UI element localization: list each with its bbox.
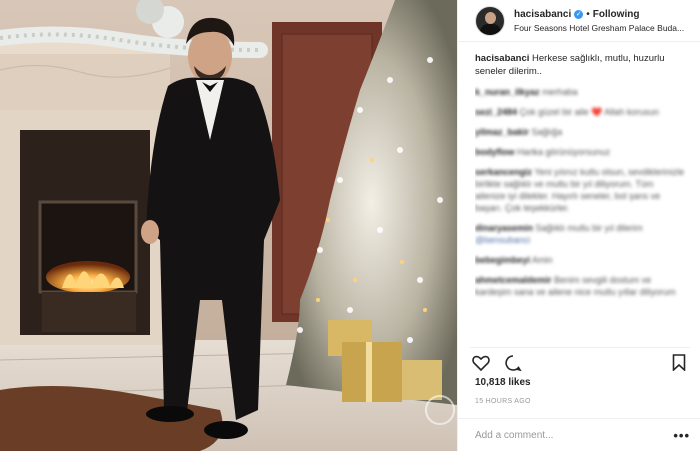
comment-username[interactable]: serkancengiz <box>475 167 532 177</box>
comment-row: sezi_2484 Çok güzel bir aile ❤️ Allah ko… <box>475 106 686 118</box>
add-comment-bar: Add a comment... ••• <box>458 418 700 451</box>
likes-count[interactable]: 10,818 likes <box>475 377 531 388</box>
location-link[interactable]: Four Seasons Hotel Gresham Palace Buda..… <box>514 23 690 33</box>
comment-username[interactable]: dinaryasemin <box>475 223 533 233</box>
verified-badge-icon: ✓ <box>574 9 584 19</box>
following-button[interactable]: Following <box>593 9 640 20</box>
comment-bubble-icon[interactable] <box>502 352 524 374</box>
avatar[interactable] <box>475 5 505 36</box>
comment-username[interactable]: yilmaz_bakir <box>475 127 529 137</box>
comment-row: k_nuran_ilkyaz merhaba <box>475 86 686 98</box>
post-header: hacisabanci ✓ • Following Four Seasons H… <box>458 0 700 42</box>
comment-text: Sağlıklı mutlu bir yıl dilerim <box>535 223 643 233</box>
comment-text: Harika görünüyorsunuz <box>517 147 611 157</box>
comment-text: Sağlığa <box>531 127 563 137</box>
add-comment-input[interactable]: Add a comment... <box>475 430 673 441</box>
comment-text: Amin <box>532 255 553 265</box>
comment-row: dinaryasemin Sağlıklı mutlu bir yıl dile… <box>475 222 686 246</box>
comment-row: yilmaz_bakir Sağlığa <box>475 126 686 138</box>
comment-username[interactable]: bebegimbeyi <box>475 255 530 265</box>
like-heart-icon[interactable] <box>470 352 492 374</box>
username-link[interactable]: hacisabanci <box>514 9 571 20</box>
comment-row: ahmetcemaldemir Benim sevgili dostum ve … <box>475 274 686 298</box>
comment-row: bebegimbeyi Amin <box>475 254 686 266</box>
post-side-panel: hacisabanci ✓ • Following Four Seasons H… <box>457 0 700 451</box>
caption-username[interactable]: hacisabanci <box>475 53 529 64</box>
more-options-icon[interactable]: ••• <box>673 428 690 443</box>
comments-list: hacisabanci Herkese sağlıklı, mutlu, huz… <box>475 52 686 340</box>
separator: • <box>586 8 590 20</box>
comment-username[interactable]: sezi_2484 <box>475 107 517 117</box>
bookmark-icon[interactable] <box>668 352 690 374</box>
caption: hacisabanci Herkese sağlıklı, mutlu, huz… <box>475 52 686 78</box>
comment-row: serkancengiz Yeni yılınız kutlu olsun, s… <box>475 166 686 214</box>
comment-text: merhaba <box>542 87 578 97</box>
comment-row: bodyflow Harika görünüyorsunuz <box>475 146 686 158</box>
comment-username[interactable]: k_nuran_ilkyaz <box>475 87 540 97</box>
post-photo[interactable] <box>0 0 457 451</box>
post-timestamp[interactable]: 15 HOURS AGO <box>475 398 531 405</box>
comment-username[interactable]: bodyflow <box>475 147 515 157</box>
comment-mention[interactable]: @bensubanci <box>475 235 530 245</box>
action-bar <box>470 347 690 373</box>
comment-text: Çok güzel bir aile ❤️ Allah korusun <box>519 107 659 117</box>
comment-username[interactable]: ahmetcemaldemir <box>475 275 552 285</box>
photo-scene <box>0 0 457 451</box>
